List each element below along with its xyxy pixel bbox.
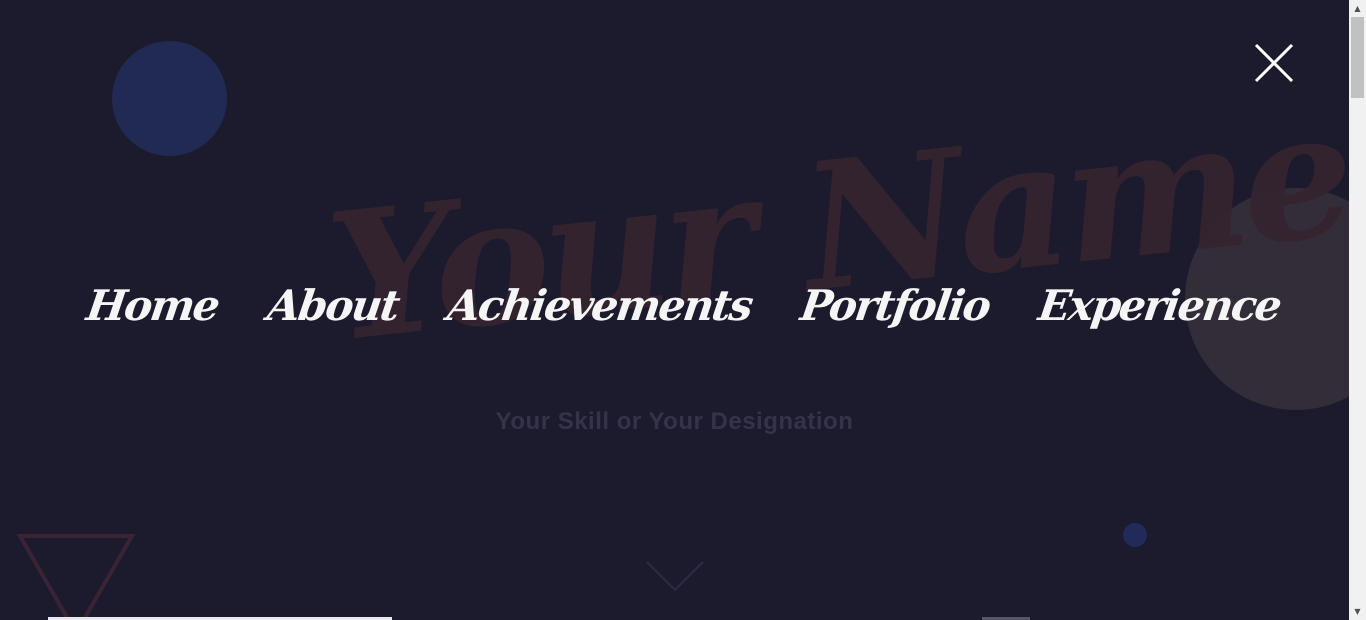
overlay-menu: Home About Achievements Portfolio Experi… bbox=[0, 270, 1349, 340]
menu-item-home[interactable]: Home bbox=[84, 281, 222, 330]
vertical-scrollbar[interactable]: ▲ ▼ bbox=[1349, 0, 1366, 620]
decorative-dot bbox=[1123, 523, 1147, 547]
decorative-triangle bbox=[16, 534, 136, 620]
close-icon[interactable] bbox=[1251, 40, 1297, 86]
menu-item-portfolio[interactable]: Portfolio bbox=[798, 281, 993, 330]
scroll-down-arrow-icon[interactable]: ▼ bbox=[1349, 603, 1366, 620]
page-viewport: Your Name Your Skill or Your Designation… bbox=[0, 0, 1349, 620]
hero-name: Your Name bbox=[319, 70, 1349, 382]
menu-item-achievements[interactable]: Achievements bbox=[444, 281, 754, 330]
decorative-circle-blue bbox=[112, 41, 227, 156]
menu-item-about[interactable]: About bbox=[265, 281, 402, 330]
chevron-down-icon[interactable] bbox=[645, 560, 705, 594]
hero-skill: Your Skill or Your Designation bbox=[495, 408, 854, 435]
menu-item-experience[interactable]: Experience bbox=[1036, 281, 1284, 330]
scrollbar-thumb[interactable] bbox=[1351, 17, 1364, 98]
scroll-up-arrow-icon[interactable]: ▲ bbox=[1349, 0, 1366, 17]
